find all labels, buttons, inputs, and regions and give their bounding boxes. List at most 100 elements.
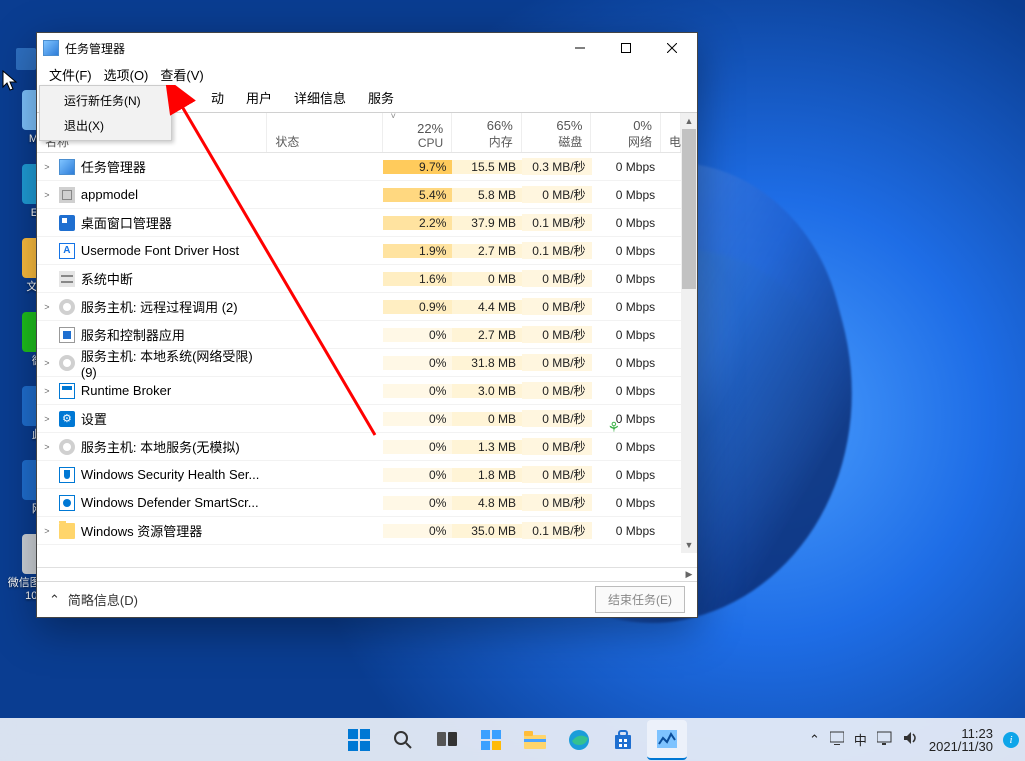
- process-icon: [59, 523, 75, 539]
- task-manager-taskbar-icon[interactable]: [647, 720, 687, 760]
- expand-toggle[interactable]: >: [37, 386, 57, 396]
- cpu-cell: 0%: [383, 412, 453, 426]
- edge-icon[interactable]: [559, 720, 599, 760]
- file-menu-popup: 运行新任务(N) 退出(X): [39, 85, 172, 141]
- disk-cell: 0 MB/秒: [522, 186, 592, 203]
- tab-users[interactable]: 用户: [236, 83, 282, 112]
- file-explorer-icon[interactable]: [515, 720, 555, 760]
- expand-toggle[interactable]: >: [37, 358, 57, 368]
- table-row[interactable]: > 服务主机: 本地系统(网络受限) (9) 0% 31.8 MB 0 MB/秒…: [37, 349, 681, 377]
- tab-startup-fragment[interactable]: 动: [211, 83, 234, 112]
- net-cell: 0 Mbps: [592, 188, 662, 202]
- task-view-icon[interactable]: [427, 720, 467, 760]
- process-name: 桌面窗口管理器: [81, 213, 172, 232]
- tab-services[interactable]: 服务: [358, 83, 404, 112]
- fewer-details-toggle[interactable]: ⌃简略信息(D): [49, 590, 138, 609]
- disk-cell: 0 MB/秒: [522, 270, 592, 287]
- vertical-scrollbar[interactable]: ▲ ▼: [681, 113, 697, 553]
- expand-toggle[interactable]: >: [37, 526, 57, 536]
- maximize-button[interactable]: [603, 33, 649, 63]
- taskbar[interactable]: ⌃ 中 11:232021/11/30 i: [0, 718, 1025, 761]
- tray-overflow-icon[interactable]: ⌃: [809, 732, 820, 748]
- mem-cell: 4.8 MB: [452, 496, 522, 510]
- disk-cell: 0 MB/秒: [522, 410, 592, 427]
- tab-details[interactable]: 详细信息: [284, 83, 356, 112]
- expand-toggle[interactable]: >: [37, 162, 57, 172]
- expand-toggle[interactable]: >: [37, 302, 57, 312]
- table-row[interactable]: 桌面窗口管理器 2.2% 37.9 MB 0.1 MB/秒 0 Mbps: [37, 209, 681, 237]
- time-text: 11:23: [929, 727, 993, 740]
- notifications-icon[interactable]: i: [1003, 732, 1019, 748]
- disk-cell: 0.1 MB/秒: [522, 522, 592, 539]
- mem-cell: 35.0 MB: [452, 524, 522, 538]
- cpu-cell: 5.4%: [383, 188, 453, 202]
- col-cpu[interactable]: CPU: [418, 136, 443, 150]
- ime-indicator[interactable]: 中: [854, 730, 867, 749]
- table-row[interactable]: Windows Defender SmartScr... 0% 4.8 MB 0…: [37, 489, 681, 517]
- menu-view[interactable]: 查看(V): [154, 63, 209, 86]
- col-extra[interactable]: 电: [669, 133, 681, 150]
- table-row[interactable]: > appmodel 5.4% 5.8 MB 0 MB/秒 0 Mbps: [37, 181, 681, 209]
- search-icon[interactable]: [383, 720, 423, 760]
- scroll-down-icon[interactable]: ▼: [681, 537, 697, 553]
- process-icon: [59, 383, 75, 399]
- network-icon[interactable]: [877, 731, 893, 748]
- process-name: Windows Defender SmartScr...: [81, 495, 259, 510]
- col-status[interactable]: 状态: [275, 133, 299, 150]
- clock[interactable]: 11:232021/11/30: [929, 727, 993, 753]
- end-task-button[interactable]: 结束任务(E): [595, 586, 685, 613]
- scroll-right-icon[interactable]: ▶: [681, 568, 697, 581]
- table-row[interactable]: Usermode Font Driver Host 1.9% 2.7 MB 0.…: [37, 237, 681, 265]
- table-row[interactable]: 系统中断 1.6% 0 MB 0 MB/秒 0 Mbps: [37, 265, 681, 293]
- menu-options[interactable]: 选项(O): [98, 63, 155, 86]
- col-disk[interactable]: 磁盘: [558, 133, 582, 150]
- net-cell: 0 Mbps: [592, 244, 662, 258]
- expand-toggle[interactable]: >: [37, 414, 57, 424]
- expand-toggle[interactable]: >: [37, 442, 57, 452]
- table-row[interactable]: > 设置 ⚘ 0% 0 MB 0 MB/秒 0 Mbps: [37, 405, 681, 433]
- file-menu-exit[interactable]: 退出(X): [42, 113, 169, 138]
- minimize-button[interactable]: [557, 33, 603, 63]
- process-name: 设置: [81, 409, 107, 428]
- table-row[interactable]: Windows Security Health Ser... 0% 1.8 MB…: [37, 461, 681, 489]
- net-cell: 0 Mbps: [592, 496, 662, 510]
- close-button[interactable]: [649, 33, 695, 63]
- table-row[interactable]: > Windows 资源管理器 0% 35.0 MB 0.1 MB/秒 0 Mb…: [37, 517, 681, 545]
- scroll-up-icon[interactable]: ▲: [681, 113, 697, 129]
- disk-cell: 0 MB/秒: [522, 354, 592, 371]
- process-icon: [59, 495, 75, 511]
- disk-total: 65%: [556, 118, 582, 133]
- mem-cell: 1.8 MB: [452, 468, 522, 482]
- cpu-cell: 0%: [383, 356, 453, 370]
- col-mem[interactable]: 内存: [489, 133, 513, 150]
- net-cell: 0 Mbps: [592, 468, 662, 482]
- system-tray[interactable]: ⌃ 中 11:232021/11/30 i: [809, 727, 1019, 753]
- start-button[interactable]: [339, 720, 379, 760]
- disk-cell: 0.1 MB/秒: [522, 242, 592, 259]
- process-icon: [59, 187, 75, 203]
- vm-tools-icon[interactable]: [830, 731, 844, 748]
- net-cell: 0 Mbps: [592, 160, 662, 174]
- col-net[interactable]: 网络: [628, 133, 652, 150]
- widgets-icon[interactable]: [471, 720, 511, 760]
- expand-toggle[interactable]: >: [37, 190, 57, 200]
- table-row[interactable]: > 任务管理器 9.7% 15.5 MB 0.3 MB/秒 0 Mbps: [37, 153, 681, 181]
- cursor-icon: [2, 70, 20, 92]
- cpu-cell: 0%: [383, 468, 453, 482]
- process-name: 服务主机: 本地系统(网络受限) (9): [81, 346, 268, 380]
- process-name: 系统中断: [81, 269, 133, 288]
- table-row[interactable]: > 服务主机: 本地服务(无模拟) 0% 1.3 MB 0 MB/秒 0 Mbp…: [37, 433, 681, 461]
- scrollbar-thumb[interactable]: [682, 129, 696, 289]
- menu-file[interactable]: 文件(F): [43, 63, 98, 86]
- file-menu-run-new-task[interactable]: 运行新任务(N): [42, 88, 169, 113]
- titlebar[interactable]: 任务管理器: [37, 33, 697, 63]
- disk-cell: 0 MB/秒: [522, 466, 592, 483]
- volume-icon[interactable]: [903, 731, 919, 748]
- recycle-bin-icon[interactable]: [16, 48, 36, 70]
- process-icon: [59, 411, 75, 427]
- table-row[interactable]: > Runtime Broker 0% 3.0 MB 0 MB/秒 0 Mbps: [37, 377, 681, 405]
- store-icon[interactable]: [603, 720, 643, 760]
- table-row[interactable]: > 服务主机: 远程过程调用 (2) 0.9% 4.4 MB 0 MB/秒 0 …: [37, 293, 681, 321]
- menubar: 文件(F) 选项(O) 查看(V) 运行新任务(N) 退出(X): [37, 63, 697, 85]
- net-cell: 0 Mbps: [592, 412, 662, 426]
